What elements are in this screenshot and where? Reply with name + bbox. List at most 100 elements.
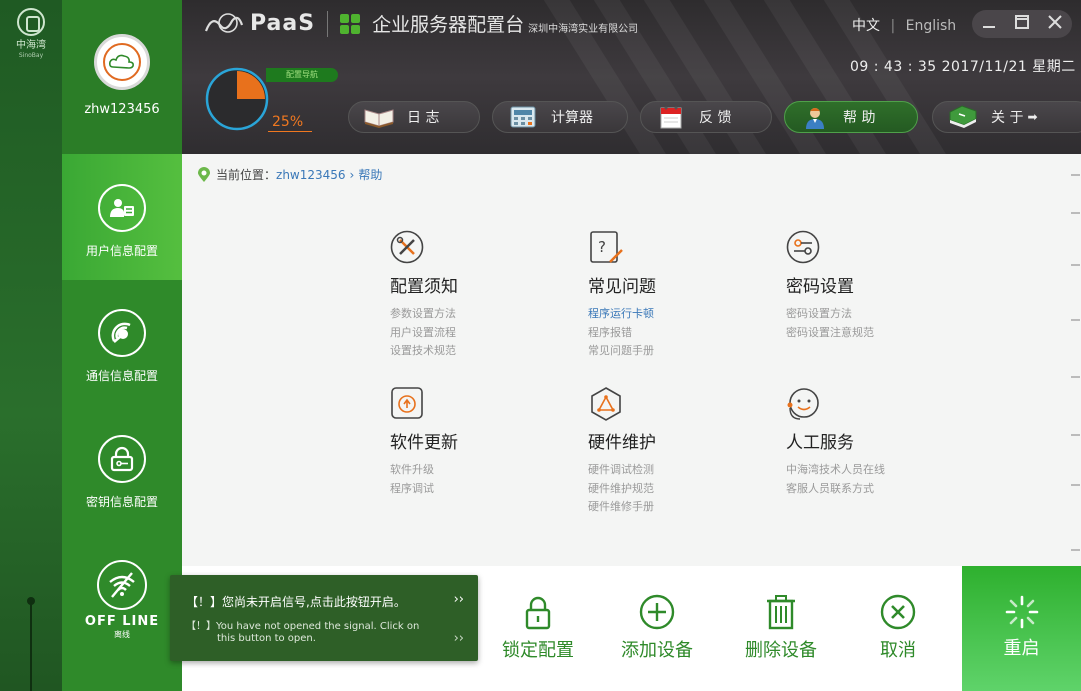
about-label: 关 于 bbox=[991, 110, 1024, 126]
progress-label: 25% bbox=[272, 114, 304, 130]
sidebar-item-label: 通信信息配置 bbox=[85, 369, 158, 383]
add-device-label: 添加设备 bbox=[621, 640, 693, 661]
card-software-update: 软件更新 软件升级 程序调试 bbox=[390, 386, 540, 498]
restart-button[interactable]: 重启 bbox=[962, 566, 1081, 691]
help-label: 帮 助 bbox=[843, 110, 876, 126]
tools-icon bbox=[390, 230, 424, 264]
log-button[interactable]: 日 志 bbox=[348, 101, 480, 133]
card-link[interactable]: 软件升级 bbox=[390, 461, 540, 480]
question-doc-icon: ? bbox=[588, 230, 623, 264]
card-link-active[interactable]: 程序运行卡顿 bbox=[588, 305, 738, 324]
sidebar: zhw123456 用户信息配置 通信信息配置 密钥信息配置 OFF LINE bbox=[62, 0, 182, 691]
progress-underline bbox=[268, 131, 312, 132]
card-link[interactable]: 程序报错 bbox=[588, 324, 738, 343]
breadcrumb-user[interactable]: zhw123456 bbox=[276, 168, 346, 182]
help-button[interactable]: 帮 助 bbox=[784, 101, 918, 133]
datetime: 09 : 43 : 35 2017/11/21 星期二 bbox=[850, 59, 1076, 75]
headset-icon bbox=[786, 386, 820, 420]
card-link[interactable]: 设置技术规范 bbox=[390, 342, 540, 361]
header-bar: PaaS 企业服务器配置台 深圳中海湾实业有限公司 中文 | English 0… bbox=[182, 0, 1081, 154]
update-icon bbox=[390, 386, 424, 420]
x-circle-icon bbox=[880, 594, 916, 630]
about-button[interactable]: 关 于 ➡ bbox=[932, 101, 1081, 133]
lock-key-icon bbox=[98, 435, 146, 483]
delete-device-button[interactable]: 删除设备 bbox=[738, 594, 824, 662]
plus-circle-icon bbox=[639, 594, 675, 630]
sidebar-item-key-info[interactable]: 密钥信息配置 bbox=[62, 405, 182, 531]
notice-en-line1: 【！】You have not opened the signal. Click… bbox=[186, 621, 420, 632]
signal-dish-icon bbox=[98, 309, 146, 357]
lang-separator: | bbox=[890, 18, 896, 34]
brand-name: PaaS bbox=[250, 11, 316, 36]
calculator-label: 计算器 bbox=[551, 110, 593, 126]
card-title: 软件更新 bbox=[390, 433, 458, 453]
support-agent-icon bbox=[799, 104, 829, 130]
close-icon[interactable] bbox=[1047, 14, 1063, 35]
card-link[interactable]: 常见问题手册 bbox=[588, 342, 738, 361]
lock-icon bbox=[520, 594, 556, 630]
lang-en[interactable]: English bbox=[906, 18, 957, 34]
offline-sublabel: 离线 bbox=[114, 630, 130, 639]
cancel-label: 取消 bbox=[880, 640, 916, 661]
card-config-notes: 配置须知 参数设置方法 用户设置流程 设置技术规范 bbox=[390, 230, 540, 361]
card-password: 密码设置 密码设置方法 密码设置注意规范 bbox=[786, 230, 936, 342]
breadcrumb-current[interactable]: 帮助 bbox=[358, 166, 382, 183]
calculator-button[interactable]: 计算器 bbox=[492, 101, 628, 133]
brand-divider bbox=[327, 10, 329, 37]
arrow-right-icon: ➡ bbox=[1027, 110, 1038, 124]
spinner-icon bbox=[1004, 594, 1040, 630]
offline-label: OFF LINE bbox=[84, 614, 160, 629]
lock-config-button[interactable]: 锁定配置 bbox=[498, 594, 578, 662]
scrollbar[interactable] bbox=[1068, 154, 1081, 566]
user-panel: zhw123456 bbox=[62, 0, 182, 154]
username: zhw123456 bbox=[84, 102, 160, 117]
lang-zh[interactable]: 中文 bbox=[852, 18, 880, 34]
paas-cloud-icon bbox=[103, 43, 141, 81]
paas-cloud-icon bbox=[204, 12, 244, 33]
sidebar-item-label: 用户信息配置 bbox=[85, 244, 158, 258]
add-device-button[interactable]: 添加设备 bbox=[614, 594, 700, 662]
card-link[interactable]: 中海湾技术人员在线 bbox=[786, 461, 936, 480]
card-hardware: 硬件维护 硬件调试检测 硬件维护规范 硬件维修手册 bbox=[588, 386, 738, 517]
signal-notice-popup[interactable]: 【！】您尚未开启信号,点击此按钮开启。 ›› 【！】You have not o… bbox=[170, 575, 478, 661]
timeline-line bbox=[30, 600, 32, 691]
card-link[interactable]: 硬件维修手册 bbox=[588, 498, 738, 517]
minimize-icon[interactable] bbox=[981, 14, 997, 35]
offline-status-button[interactable]: OFF LINE 离线 bbox=[62, 530, 182, 656]
card-link[interactable]: 参数设置方法 bbox=[390, 305, 540, 324]
log-label: 日 志 bbox=[407, 110, 440, 126]
delete-device-label: 删除设备 bbox=[745, 640, 817, 661]
card-link[interactable]: 硬件调试检测 bbox=[588, 461, 738, 480]
card-link[interactable]: 密码设置方法 bbox=[786, 305, 936, 324]
hardware-icon bbox=[588, 386, 622, 421]
avatar[interactable] bbox=[94, 34, 150, 90]
notice-text-zh: 【！】您尚未开启信号,点击此按钮开启。 bbox=[186, 595, 406, 609]
maximize-icon[interactable] bbox=[1014, 14, 1030, 35]
restart-label: 重启 bbox=[1003, 638, 1040, 659]
left-brand-strip: 中海湾 SinoBay bbox=[0, 0, 62, 691]
card-link[interactable]: 用户设置流程 bbox=[390, 324, 540, 343]
sidebar-item-user-info[interactable]: 用户信息配置 bbox=[62, 154, 182, 280]
trash-icon bbox=[763, 594, 799, 630]
card-link[interactable]: 程序调试 bbox=[390, 480, 540, 499]
cancel-button[interactable]: 取消 bbox=[868, 594, 928, 662]
wifi-off-icon bbox=[97, 560, 147, 610]
card-link[interactable]: 客服人员联系方式 bbox=[786, 480, 936, 499]
feedback-button[interactable]: 反 馈 bbox=[640, 101, 772, 133]
sidebar-item-label: 密钥信息配置 bbox=[85, 495, 158, 509]
card-link[interactable]: 密码设置注意规范 bbox=[786, 324, 936, 343]
brand: PaaS 企业服务器配置台 深圳中海湾实业有限公司 bbox=[204, 10, 638, 37]
sidebar-item-comm-info[interactable]: 通信信息配置 bbox=[62, 279, 182, 405]
card-title: 密码设置 bbox=[786, 277, 854, 297]
notice-en-line2: this button to open. bbox=[217, 633, 316, 644]
breadcrumb-separator: › bbox=[349, 167, 355, 182]
chevron-right-icon[interactable]: ›› bbox=[454, 592, 464, 607]
card-link[interactable]: 硬件维护规范 bbox=[588, 480, 738, 499]
svg-text:?: ? bbox=[598, 238, 606, 256]
progress-gauge bbox=[205, 67, 269, 131]
breadcrumb: 当前位置： zhw123456 › 帮助 bbox=[198, 166, 382, 183]
password-icon bbox=[786, 230, 820, 264]
chevron-right-icon[interactable]: ›› bbox=[454, 631, 464, 646]
lock-config-label: 锁定配置 bbox=[502, 640, 574, 661]
card-title: 配置须知 bbox=[390, 277, 458, 297]
